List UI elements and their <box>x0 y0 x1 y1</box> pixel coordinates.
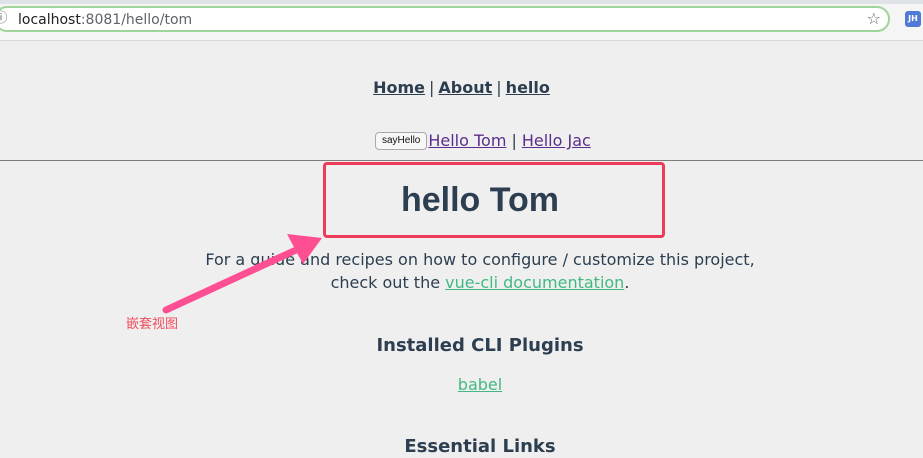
hello-jac-link[interactable]: Hello Jac <box>522 131 591 151</box>
plugin-list: babel <box>0 375 923 395</box>
guide-line-2: check out the vue-cli documentation. <box>0 271 923 294</box>
browser-toolbar: ⓘ localhost:8081/hello/tom ☆ JH <box>0 0 923 41</box>
info-icon[interactable]: ⓘ <box>0 12 8 26</box>
hello-tom-link[interactable]: Hello Tom <box>428 131 506 151</box>
vue-cli-docs-link[interactable]: vue-cli documentation <box>445 273 624 292</box>
hello-subnav: sayHello Hello Tom | Hello Jac <box>375 130 591 152</box>
babel-plugin-link[interactable]: babel <box>458 375 502 394</box>
main-nav: Home | About | hello <box>0 78 923 98</box>
guide-text: For a guide and recipes on how to config… <box>0 248 923 294</box>
address-bar[interactable]: ⓘ localhost:8081/hello/tom ☆ <box>0 6 890 32</box>
guide-suffix: . <box>624 273 630 292</box>
url-text[interactable]: localhost:8081/hello/tom <box>18 11 192 29</box>
nav-hello-link[interactable]: hello <box>506 78 550 97</box>
nav-separator: | <box>496 78 502 97</box>
installed-plugins-heading: Installed CLI Plugins <box>376 335 584 356</box>
nav-home-link[interactable]: Home <box>373 78 425 97</box>
sayhello-button[interactable]: sayHello <box>375 132 428 150</box>
guide-line-1: For a guide and recipes on how to config… <box>205 250 755 269</box>
guide-prefix: check out the <box>330 273 446 292</box>
nested-view-highlight-box <box>323 162 665 238</box>
url-host: localhost <box>18 12 81 28</box>
nav-about-link[interactable]: About <box>438 78 492 97</box>
extension-jh-icon[interactable]: JH <box>905 11 921 27</box>
subnav-separator: | <box>511 131 517 150</box>
annotation-label: 嵌套视图 <box>126 317 179 332</box>
horizontal-rule <box>0 160 923 161</box>
essential-links-heading: Essential Links <box>404 436 556 457</box>
nav-separator: | <box>429 78 435 97</box>
tab-strip <box>0 0 923 4</box>
url-path: :8081/hello/tom <box>80 12 193 28</box>
star-icon[interactable]: ☆ <box>867 10 881 28</box>
